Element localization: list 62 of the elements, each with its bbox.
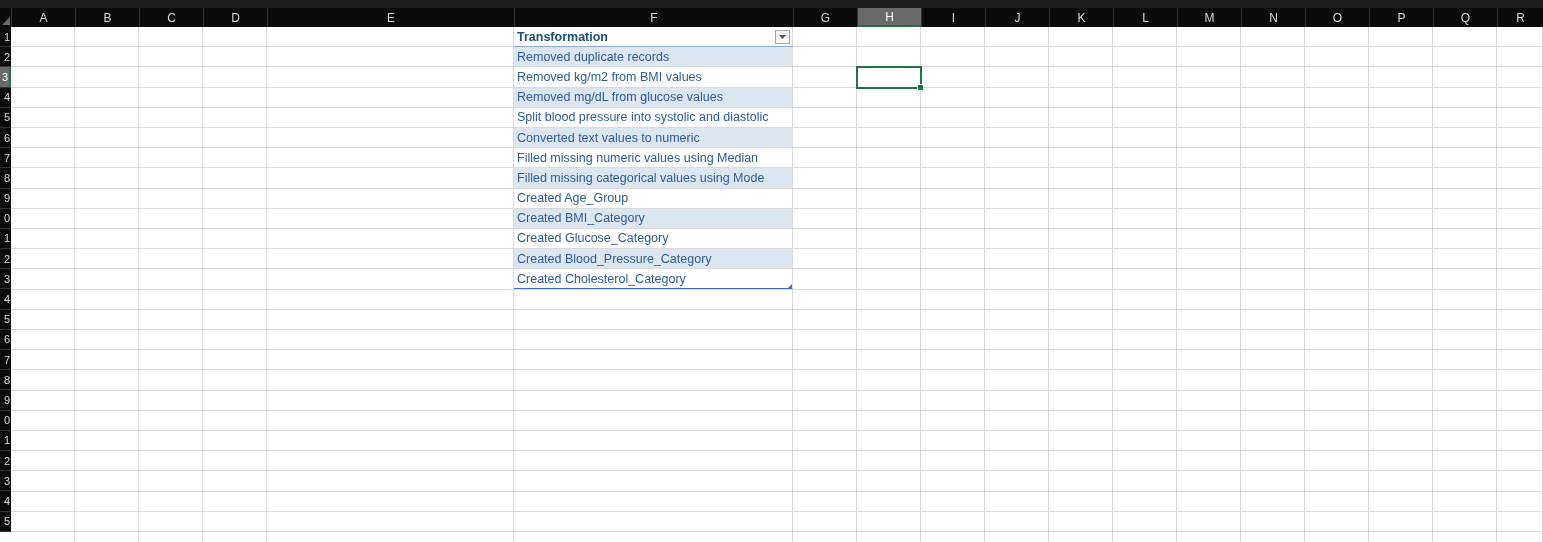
row-header[interactable]: 5 [0, 511, 11, 532]
row-header[interactable]: 7 [0, 350, 11, 371]
resize-handle-icon[interactable] [788, 284, 792, 289]
row-header[interactable]: 6 [0, 127, 11, 149]
column-header[interactable]: B [75, 8, 139, 27]
row-header[interactable]: 7 [0, 148, 11, 169]
row-header[interactable]: 2 [0, 47, 11, 68]
table-cell: Converted text values to numeric [517, 130, 702, 145]
row-header[interactable]: 1 [0, 228, 11, 250]
column-header[interactable]: G [793, 8, 857, 27]
column-header[interactable]: E [267, 8, 514, 27]
row-header[interactable]: 5 [0, 107, 11, 128]
table-cell: Filled missing categorical values using Mode [517, 170, 767, 185]
column-header[interactable]: O [1305, 8, 1369, 27]
row-header[interactable]: 9 [0, 390, 11, 411]
table-cell: Removed kg/m2 from BMI values [517, 69, 704, 84]
column-header[interactable]: I [921, 8, 985, 27]
table-cell: Created Cholesterol_Category [517, 271, 688, 286]
row-header[interactable]: 0 [0, 208, 11, 229]
column-header[interactable]: Q [1433, 8, 1497, 27]
table-cell: Created BMI_Category [517, 211, 647, 226]
row-header[interactable]: 8 [0, 370, 11, 391]
row-header[interactable]: 2 [0, 249, 11, 270]
row-header[interactable]: 3 [0, 67, 11, 88]
selected-cell[interactable] [856, 66, 922, 89]
column-header[interactable]: A [11, 8, 75, 27]
row-header[interactable]: 6 [0, 329, 11, 350]
row-header[interactable]: 4 [0, 491, 11, 512]
column-header[interactable]: J [985, 8, 1049, 27]
column-header[interactable]: L [1113, 8, 1177, 27]
table-cell: Created Glucose_Category [517, 231, 671, 246]
column-header[interactable]: M [1177, 8, 1241, 27]
caret-icon [779, 34, 786, 39]
row-header[interactable]: 4 [0, 289, 11, 310]
column-header[interactable]: K [1049, 8, 1113, 27]
table-cell: Created Age_Group [517, 191, 631, 206]
column-header[interactable]: R [1497, 8, 1543, 27]
select-all-icon[interactable] [2, 17, 10, 25]
row-header[interactable]: 3 [0, 269, 11, 290]
table-cell: Filled missing numeric values using Median [517, 150, 761, 165]
row-header[interactable]: 1 [0, 27, 11, 48]
row-header[interactable]: 0 [0, 410, 11, 431]
table-cell: Removed duplicate records [517, 49, 672, 64]
column-header[interactable]: D [203, 8, 267, 27]
row-header[interactable]: 1 [0, 430, 11, 451]
column-header[interactable]: P [1369, 8, 1433, 27]
column-header[interactable]: N [1241, 8, 1305, 27]
table-header: Transformation [517, 29, 610, 44]
row-header[interactable]: 4 [0, 87, 11, 108]
column-header[interactable]: F [514, 8, 793, 27]
worksheet-grid[interactable] [0, 8, 1543, 542]
column-header[interactable]: C [139, 8, 203, 27]
row-header[interactable]: 3 [0, 471, 11, 492]
filter-button[interactable] [775, 29, 790, 44]
row-header[interactable]: 5 [0, 309, 11, 330]
row-header[interactable]: 8 [0, 168, 11, 189]
table-cell: Split blood pressure into systolic and diastolic [517, 110, 771, 125]
table-cell: Created Blood_Pressure_Category [517, 251, 714, 266]
column-header[interactable]: H [857, 8, 921, 27]
row-header[interactable]: 9 [0, 188, 11, 209]
table-cell: Removed mg/dL from glucose values [517, 90, 725, 105]
row-header[interactable]: 2 [0, 450, 11, 472]
